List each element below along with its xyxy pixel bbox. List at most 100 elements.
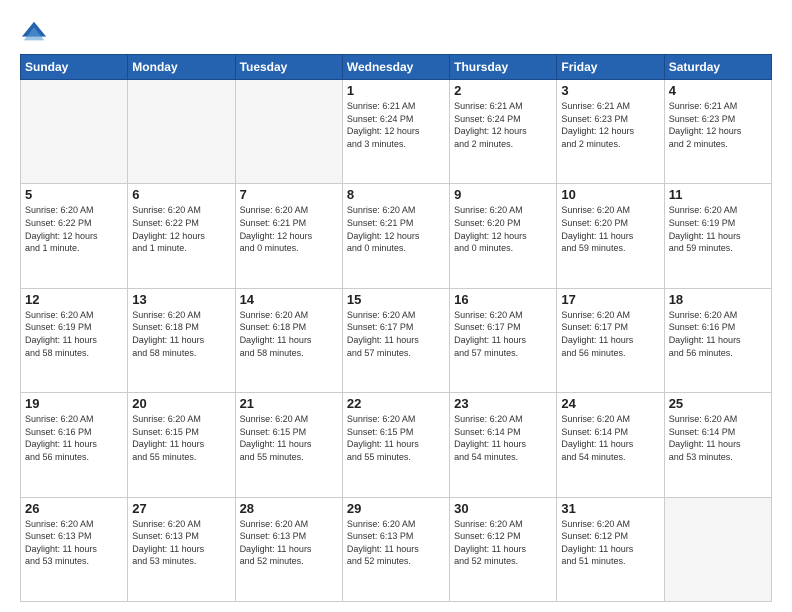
- day-number: 31: [561, 501, 659, 516]
- day-info: Sunrise: 6:20 AM Sunset: 6:13 PM Dayligh…: [25, 518, 123, 568]
- calendar-day: 14 Sunrise: 6:20 AM Sunset: 6:18 PM Dayli…: [235, 288, 342, 392]
- day-info: Sunrise: 6:20 AM Sunset: 6:12 PM Dayligh…: [454, 518, 552, 568]
- day-number: 11: [669, 187, 767, 202]
- weekday-header-sunday: Sunday: [21, 55, 128, 80]
- header: [20, 18, 772, 46]
- day-info: Sunrise: 6:20 AM Sunset: 6:15 PM Dayligh…: [347, 413, 445, 463]
- day-number: 30: [454, 501, 552, 516]
- day-number: 17: [561, 292, 659, 307]
- day-number: 8: [347, 187, 445, 202]
- day-info: Sunrise: 6:20 AM Sunset: 6:20 PM Dayligh…: [454, 204, 552, 254]
- calendar-day: 27 Sunrise: 6:20 AM Sunset: 6:13 PM Dayli…: [128, 497, 235, 601]
- day-number: 9: [454, 187, 552, 202]
- calendar-day: [664, 497, 771, 601]
- calendar-day: 23Sunrise: 6:20 AM Sunset: 6:14 PM Dayli…: [450, 393, 557, 497]
- day-info: Sunrise: 6:20 AM Sunset: 6:22 PM Dayligh…: [25, 204, 123, 254]
- calendar-day: 1Sunrise: 6:21 AM Sunset: 6:24 PM Daylig…: [342, 80, 449, 184]
- day-info: Sunrise: 6:21 AM Sunset: 6:23 PM Dayligh…: [669, 100, 767, 150]
- calendar-table: SundayMondayTuesdayWednesdayThursdayFrid…: [20, 54, 772, 602]
- calendar-day: [235, 80, 342, 184]
- calendar-day: 9 Sunrise: 6:20 AM Sunset: 6:20 PM Daylig…: [450, 184, 557, 288]
- day-number: 22: [347, 396, 445, 411]
- day-number: 5: [25, 187, 123, 202]
- day-info: Sunrise: 6:20 AM Sunset: 6:17 PM Dayligh…: [454, 309, 552, 359]
- day-info: Sunrise: 6:20 AM Sunset: 6:17 PM Dayligh…: [561, 309, 659, 359]
- calendar-day: 31 Sunrise: 6:20 AM Sunset: 6:12 PM Dayli…: [557, 497, 664, 601]
- logo: [20, 18, 52, 46]
- day-number: 14: [240, 292, 338, 307]
- day-info: Sunrise: 6:20 AM Sunset: 6:13 PM Dayligh…: [240, 518, 338, 568]
- day-number: 1: [347, 83, 445, 98]
- calendar-day: 2Sunrise: 6:21 AM Sunset: 6:24 PM Daylig…: [450, 80, 557, 184]
- day-number: 12: [25, 292, 123, 307]
- calendar-day: 21Sunrise: 6:20 AM Sunset: 6:15 PM Dayli…: [235, 393, 342, 497]
- calendar-week-5: 26 Sunrise: 6:20 AM Sunset: 6:13 PM Dayli…: [21, 497, 772, 601]
- day-info: Sunrise: 6:20 AM Sunset: 6:19 PM Dayligh…: [25, 309, 123, 359]
- calendar-day: 17 Sunrise: 6:20 AM Sunset: 6:17 PM Dayli…: [557, 288, 664, 392]
- day-number: 29: [347, 501, 445, 516]
- day-info: Sunrise: 6:20 AM Sunset: 6:18 PM Dayligh…: [132, 309, 230, 359]
- day-info: Sunrise: 6:20 AM Sunset: 6:19 PM Dayligh…: [669, 204, 767, 254]
- day-number: 4: [669, 83, 767, 98]
- weekday-header-friday: Friday: [557, 55, 664, 80]
- calendar-day: 24 Sunrise: 6:20 AM Sunset: 6:14 PM Dayli…: [557, 393, 664, 497]
- day-info: Sunrise: 6:20 AM Sunset: 6:12 PM Dayligh…: [561, 518, 659, 568]
- page: SundayMondayTuesdayWednesdayThursdayFrid…: [0, 0, 792, 612]
- calendar-day: 5 Sunrise: 6:20 AM Sunset: 6:22 PM Daylig…: [21, 184, 128, 288]
- calendar-day: 11 Sunrise: 6:20 AM Sunset: 6:19 PM Dayli…: [664, 184, 771, 288]
- calendar-day: 25Sunrise: 6:20 AM Sunset: 6:14 PM Dayli…: [664, 393, 771, 497]
- calendar-day: 15Sunrise: 6:20 AM Sunset: 6:17 PM Dayli…: [342, 288, 449, 392]
- day-info: Sunrise: 6:20 AM Sunset: 6:18 PM Dayligh…: [240, 309, 338, 359]
- day-info: Sunrise: 6:20 AM Sunset: 6:22 PM Dayligh…: [132, 204, 230, 254]
- day-number: 24: [561, 396, 659, 411]
- calendar-day: 30 Sunrise: 6:20 AM Sunset: 6:12 PM Dayli…: [450, 497, 557, 601]
- day-number: 15: [347, 292, 445, 307]
- day-info: Sunrise: 6:20 AM Sunset: 6:13 PM Dayligh…: [347, 518, 445, 568]
- day-info: Sunrise: 6:21 AM Sunset: 6:23 PM Dayligh…: [561, 100, 659, 150]
- day-number: 28: [240, 501, 338, 516]
- calendar-day: 13Sunrise: 6:20 AM Sunset: 6:18 PM Dayli…: [128, 288, 235, 392]
- calendar-day: [21, 80, 128, 184]
- day-info: Sunrise: 6:21 AM Sunset: 6:24 PM Dayligh…: [454, 100, 552, 150]
- calendar-day: 20 Sunrise: 6:20 AM Sunset: 6:15 PM Dayli…: [128, 393, 235, 497]
- calendar-day: 8 Sunrise: 6:20 AM Sunset: 6:21 PM Daylig…: [342, 184, 449, 288]
- weekday-header-wednesday: Wednesday: [342, 55, 449, 80]
- calendar-day: 10Sunrise: 6:20 AM Sunset: 6:20 PM Dayli…: [557, 184, 664, 288]
- day-info: Sunrise: 6:20 AM Sunset: 6:16 PM Dayligh…: [25, 413, 123, 463]
- calendar-week-2: 5 Sunrise: 6:20 AM Sunset: 6:22 PM Daylig…: [21, 184, 772, 288]
- day-info: Sunrise: 6:20 AM Sunset: 6:14 PM Dayligh…: [561, 413, 659, 463]
- calendar-day: 29 Sunrise: 6:20 AM Sunset: 6:13 PM Dayli…: [342, 497, 449, 601]
- day-number: 26: [25, 501, 123, 516]
- calendar-day: 12 Sunrise: 6:20 AM Sunset: 6:19 PM Dayli…: [21, 288, 128, 392]
- day-info: Sunrise: 6:20 AM Sunset: 6:15 PM Dayligh…: [132, 413, 230, 463]
- weekday-header-saturday: Saturday: [664, 55, 771, 80]
- calendar-day: 19 Sunrise: 6:20 AM Sunset: 6:16 PM Dayli…: [21, 393, 128, 497]
- day-number: 7: [240, 187, 338, 202]
- day-number: 3: [561, 83, 659, 98]
- day-number: 25: [669, 396, 767, 411]
- day-number: 20: [132, 396, 230, 411]
- day-number: 23: [454, 396, 552, 411]
- calendar-day: 26 Sunrise: 6:20 AM Sunset: 6:13 PM Dayli…: [21, 497, 128, 601]
- calendar-week-4: 19 Sunrise: 6:20 AM Sunset: 6:16 PM Dayli…: [21, 393, 772, 497]
- logo-icon: [20, 18, 48, 46]
- weekday-header-monday: Monday: [128, 55, 235, 80]
- day-number: 27: [132, 501, 230, 516]
- calendar-week-1: 1 Sunrise: 6:21 AM Sunset: 6:24 PM Daylig…: [21, 80, 772, 184]
- day-info: Sunrise: 6:20 AM Sunset: 6:21 PM Dayligh…: [240, 204, 338, 254]
- calendar-day: [128, 80, 235, 184]
- calendar-day: 16 Sunrise: 6:20 AM Sunset: 6:17 PM Dayli…: [450, 288, 557, 392]
- day-info: Sunrise: 6:20 AM Sunset: 6:20 PM Dayligh…: [561, 204, 659, 254]
- calendar-day: 7 Sunrise: 6:20 AM Sunset: 6:21 PM Daylig…: [235, 184, 342, 288]
- weekday-header-thursday: Thursday: [450, 55, 557, 80]
- day-info: Sunrise: 6:20 AM Sunset: 6:21 PM Dayligh…: [347, 204, 445, 254]
- calendar-day: 22 Sunrise: 6:20 AM Sunset: 6:15 PM Dayli…: [342, 393, 449, 497]
- weekday-header-row: SundayMondayTuesdayWednesdayThursdayFrid…: [21, 55, 772, 80]
- weekday-header-tuesday: Tuesday: [235, 55, 342, 80]
- calendar-day: 3 Sunrise: 6:21 AM Sunset: 6:23 PM Daylig…: [557, 80, 664, 184]
- day-number: 16: [454, 292, 552, 307]
- day-number: 21: [240, 396, 338, 411]
- day-info: Sunrise: 6:20 AM Sunset: 6:13 PM Dayligh…: [132, 518, 230, 568]
- day-number: 19: [25, 396, 123, 411]
- calendar-day: 6Sunrise: 6:20 AM Sunset: 6:22 PM Daylig…: [128, 184, 235, 288]
